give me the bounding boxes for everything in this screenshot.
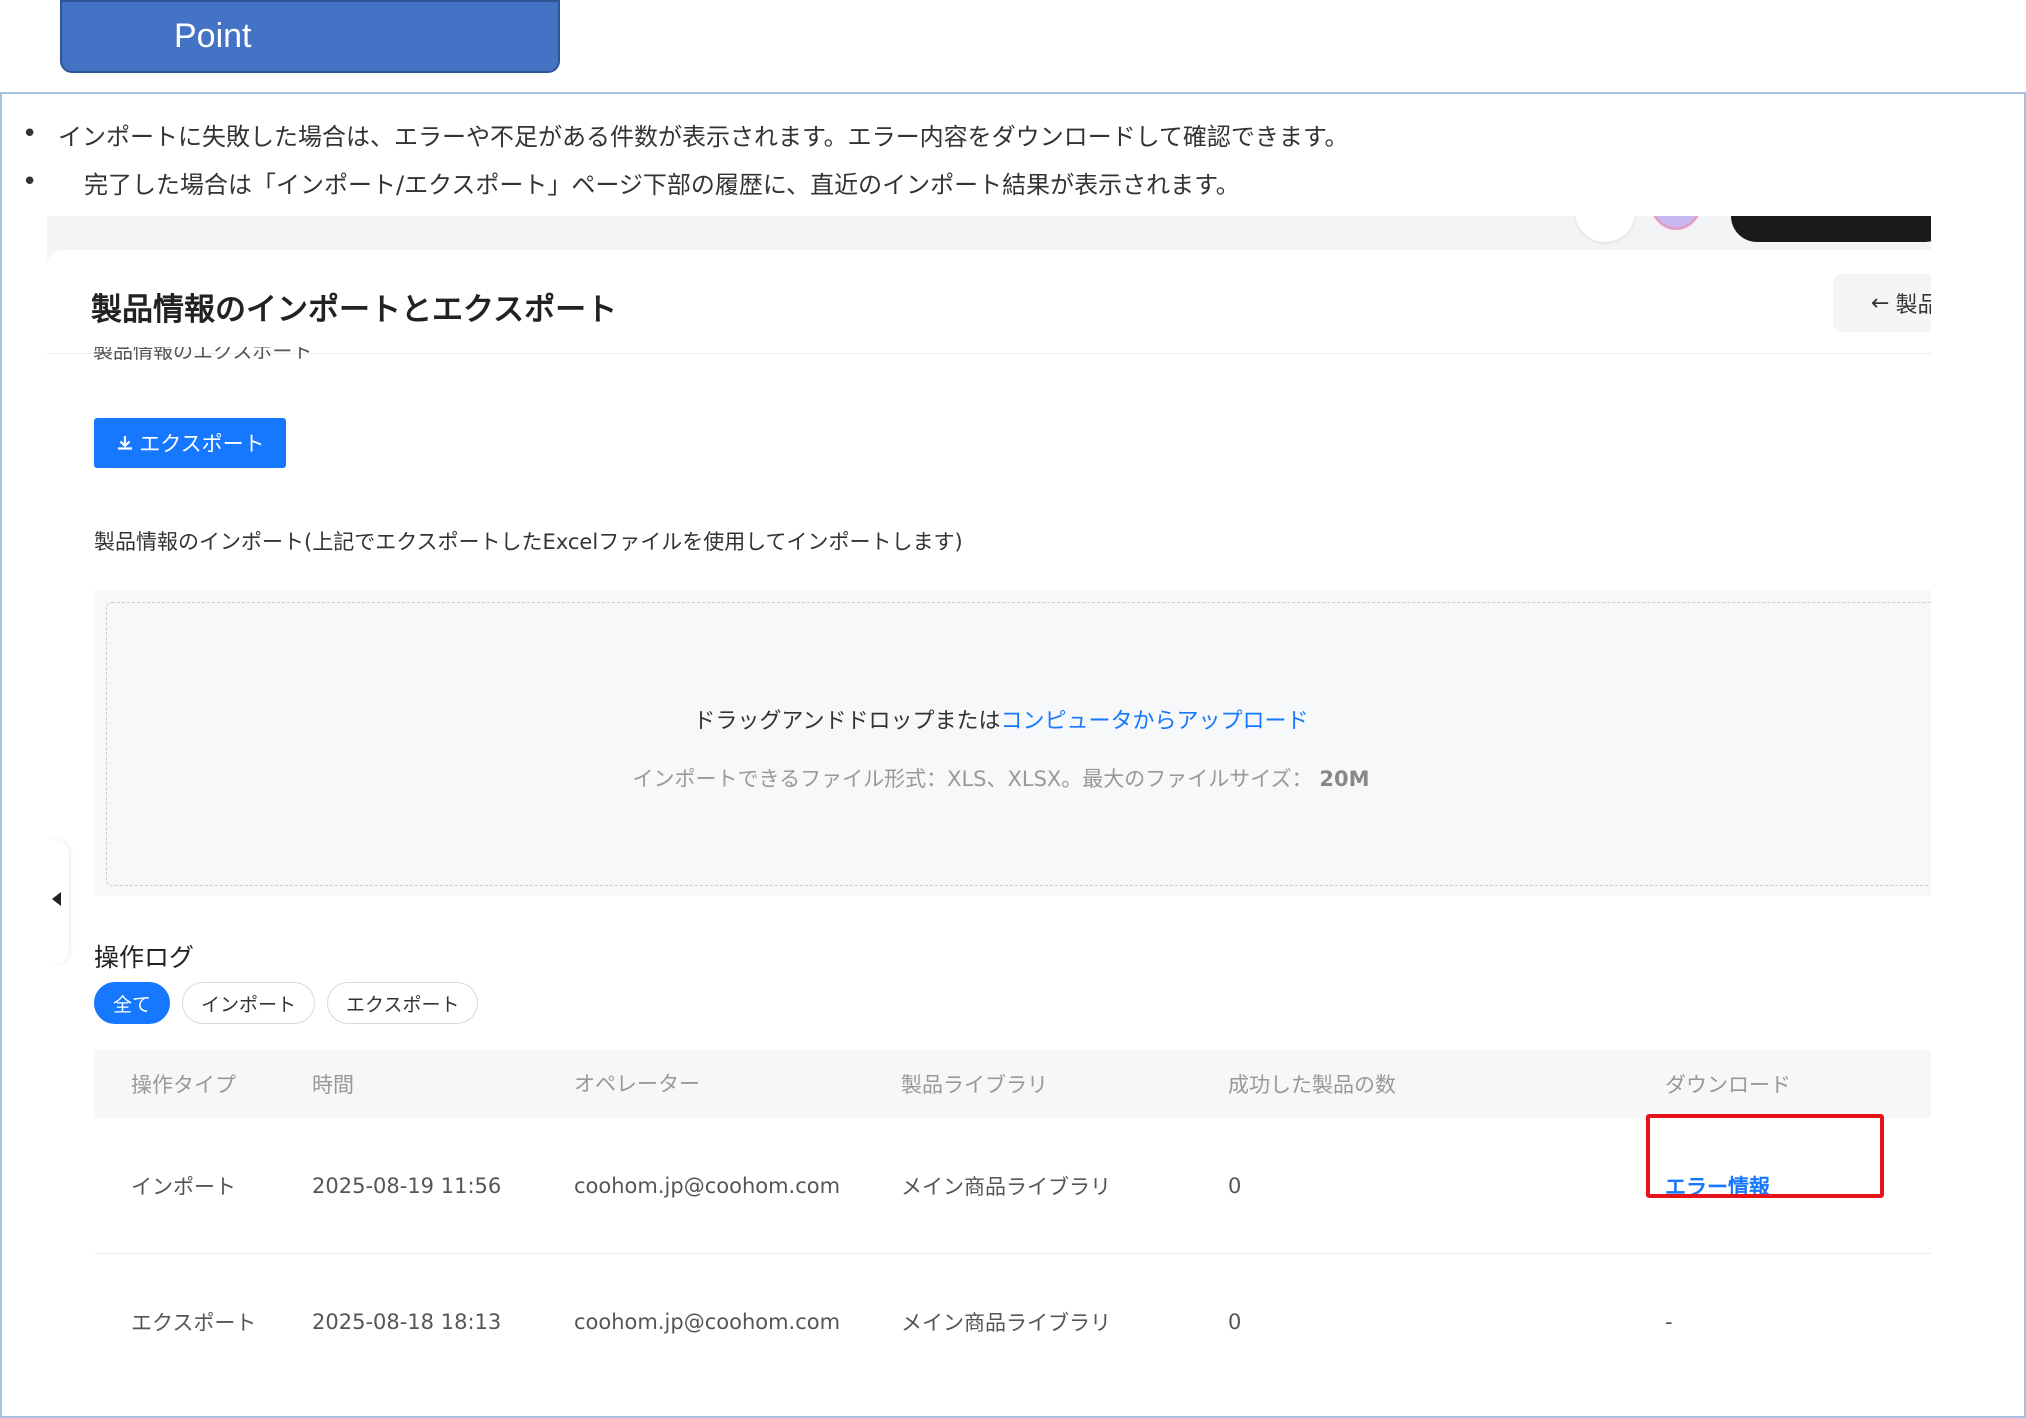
point-tab: Point	[60, 0, 560, 73]
bullet-item: • インポートに失敗した場合は、エラーや不足がある件数が表示されます。エラー内容…	[18, 110, 2008, 158]
top-bar	[47, 216, 1931, 250]
card-header: 製品情報のインポートとエクスポート ← 製品	[47, 250, 1931, 354]
import-section-label: 製品情報のインポート(上記でエクスポートしたExcelファイルを使用してインポー…	[94, 530, 963, 554]
back-button[interactable]: ← 製品	[1833, 274, 1931, 332]
table-row: エクスポート 2025-08-18 18:13 coohom.jp@coohom…	[94, 1254, 1931, 1356]
page-title: 製品情報のインポートとエクスポート	[91, 292, 618, 328]
max-file-size: 20M	[1319, 767, 1370, 791]
upload-link[interactable]: コンピュータからアップロード	[1001, 709, 1309, 734]
log-table: 操作タイプ 時間 オペレーター 製品ライブラリ 成功した製品の数 ダウンロード …	[94, 1050, 1931, 1356]
filter-export[interactable]: エクスポート	[327, 982, 479, 1024]
cell-count: 0	[1228, 1309, 1242, 1334]
cell-library: メイン商品ライブラリ	[901, 1174, 1111, 1199]
bullet-marker: •	[22, 119, 38, 149]
bullet-text: インポートに失敗した場合は、エラーや不足がある件数が表示されます。エラー内容をダ…	[58, 122, 1349, 151]
highlight-box	[1646, 1114, 1884, 1198]
download-icon	[118, 436, 133, 450]
export-section-label: 製品情報のエクスポート	[93, 347, 313, 361]
dropzone-text: ドラッグアンドドロップまたはコンピュータからアップロード	[693, 709, 1309, 734]
table-header: 操作タイプ 時間 オペレーター 製品ライブラリ 成功した製品の数 ダウンロード	[94, 1050, 1931, 1118]
dropzone-border: ドラッグアンドドロップまたはコンピュータからアップロード インポートできるファイ…	[106, 602, 1931, 886]
cell-time: 2025-08-19 11:56	[312, 1173, 502, 1198]
cell-type: エクスポート	[131, 1310, 257, 1335]
cell-download: -	[1665, 1309, 1673, 1334]
cell-library: メイン商品ライブラリ	[901, 1310, 1111, 1335]
point-label: Point	[174, 17, 252, 55]
col-header: オペレーター	[574, 1072, 700, 1096]
bullet-marker: •	[22, 167, 38, 197]
bullet-text: 完了した場合は「インポート/エクスポート」ページ下部の履歴に、直近のインポート結…	[84, 170, 1240, 199]
log-filters: 全て インポート エクスポート	[94, 982, 479, 1024]
log-title: 操作ログ	[94, 943, 195, 972]
bullet-list: • インポートに失敗した場合は、エラーや不足がある件数が表示されます。エラー内容…	[18, 110, 2008, 206]
caret-left-icon	[52, 892, 61, 906]
cell-count: 0	[1228, 1173, 1242, 1198]
help-button[interactable]	[1575, 216, 1635, 242]
export-button[interactable]: エクスポート	[94, 418, 286, 468]
upload-dropzone[interactable]: ドラッグアンドドロップまたはコンピュータからアップロード インポートできるファイ…	[94, 590, 1931, 896]
cell-operator: coohom.jp@coohom.com	[574, 1309, 841, 1334]
back-button-label: 製品	[1895, 293, 1931, 318]
filter-all[interactable]: 全て	[94, 982, 171, 1024]
bullet-item: • 完了した場合は「インポート/エクスポート」ページ下部の履歴に、直近のインポー…	[18, 158, 2008, 206]
cell-operator: coohom.jp@coohom.com	[574, 1173, 841, 1198]
col-header: 時間	[312, 1073, 354, 1097]
cell-type: インポート	[131, 1174, 236, 1199]
col-header: ダウンロード	[1665, 1073, 1791, 1097]
arrow-left-icon: ←	[1871, 290, 1890, 316]
cell-time: 2025-08-18 18:13	[312, 1309, 502, 1334]
dropzone-hint: インポートできるファイル形式：XLS、XLSX。最大のファイルサイズ： 20M	[632, 767, 1370, 791]
sidebar-toggle[interactable]	[47, 840, 69, 964]
col-header: 成功した製品の数	[1228, 1073, 1396, 1097]
filter-import[interactable]: インポート	[182, 982, 316, 1024]
export-button-label: エクスポート	[139, 432, 265, 456]
avatar[interactable]	[1651, 216, 1701, 230]
account-button[interactable]	[1731, 216, 1931, 242]
col-header: 製品ライブラリ	[901, 1073, 1048, 1097]
col-header: 操作タイプ	[131, 1073, 236, 1097]
